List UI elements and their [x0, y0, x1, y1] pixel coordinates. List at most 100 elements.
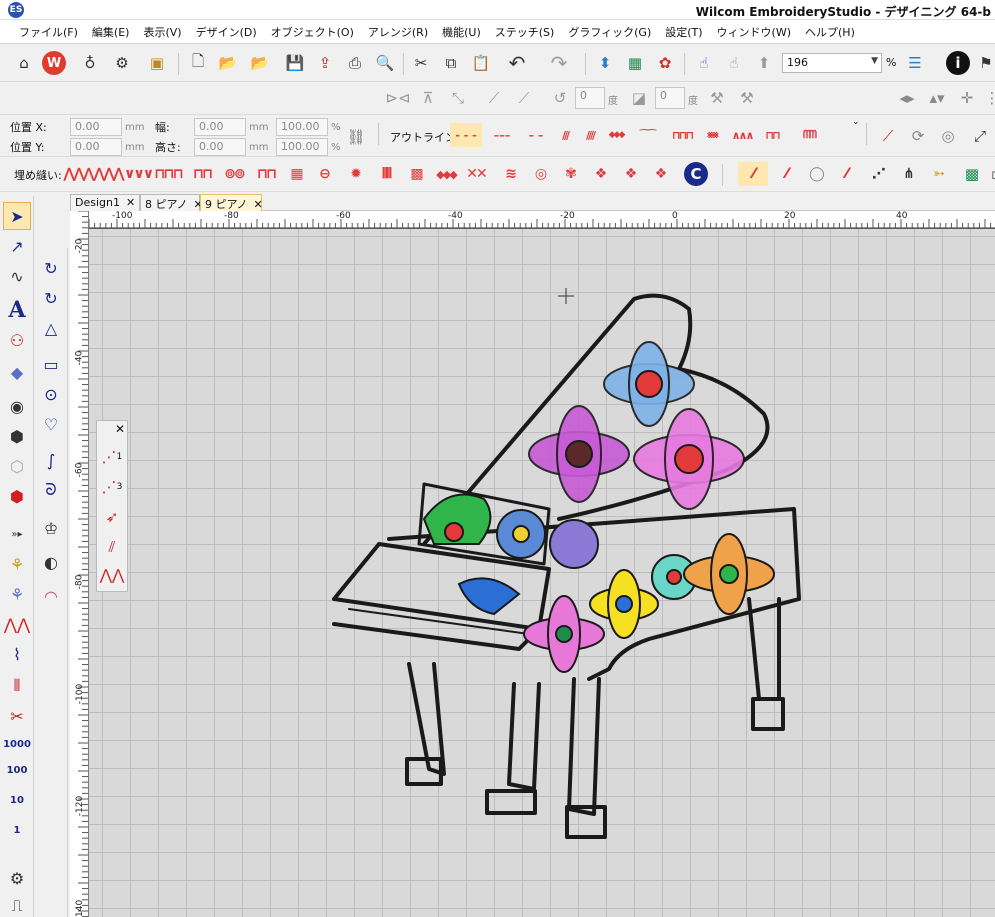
print-preview-icon[interactable]: 🔍	[373, 51, 397, 75]
copy-icon[interactable]: ⧉	[439, 51, 463, 75]
outline-triple-icon[interactable]: –––	[486, 123, 518, 147]
scale-w-field[interactable]: 100.00	[276, 118, 328, 136]
hexagon-red-icon[interactable]: ⬢	[3, 482, 31, 510]
polygon-tool-icon[interactable]: △	[37, 314, 65, 342]
monogram-icon[interactable]: ⚇	[3, 326, 31, 354]
zigzag-tool-icon[interactable]: ⋀⋀	[3, 610, 31, 638]
wilcom-icon[interactable]: W	[42, 51, 66, 75]
outline-run-icon[interactable]: - - -	[450, 123, 482, 147]
stitch-len-10[interactable]: 10	[3, 786, 31, 814]
distribute-icon[interactable]: ⋮	[980, 86, 995, 110]
skew-icon[interactable]: ⟋	[482, 86, 506, 110]
tab-piano-8[interactable]: 8 ピアノ ✕	[140, 194, 203, 211]
pos-y-field[interactable]: 0.00	[70, 138, 122, 156]
open-recent-icon[interactable]: 📂	[248, 51, 272, 75]
home-icon[interactable]: ⌂	[12, 51, 36, 75]
menu-view[interactable]: 表示(V)	[136, 20, 188, 43]
mirror-v-icon[interactable]: ⊼	[416, 86, 440, 110]
arc-tool-2-icon[interactable]: ↻	[37, 284, 65, 312]
lettering-icon[interactable]: A	[3, 296, 31, 324]
fill-spiral-icon[interactable]: ◎	[526, 162, 554, 186]
reshape-tool-icon[interactable]: ↗	[3, 232, 31, 260]
fill-lines-icon[interactable]: ⦀⦀	[372, 162, 400, 186]
close-icon[interactable]: ✕	[115, 422, 125, 436]
stitch-edit-icon[interactable]: ⫴	[3, 672, 31, 700]
freehand-icon[interactable]: ∫	[37, 446, 65, 474]
input-c-icon[interactable]: ➶	[100, 505, 124, 529]
fork-icon[interactable]: ⋔	[894, 162, 922, 186]
scale-h-field[interactable]: 100.00	[276, 138, 328, 156]
fill-motif-3-icon[interactable]: ❖	[646, 162, 674, 186]
height-field[interactable]: 0.00	[194, 138, 246, 156]
fill-leaf-3-icon[interactable]: ⁄⁄⁄	[832, 162, 860, 186]
rectangle-icon[interactable]: ▭	[37, 350, 65, 378]
outline-blanket-icon[interactable]: ◆◆◆	[604, 123, 628, 147]
tools-2-icon[interactable]: ⚒	[735, 86, 759, 110]
align-v-icon[interactable]: ▴▾	[925, 86, 949, 110]
rotate-icon[interactable]: ⤡	[446, 86, 470, 110]
fill-motif-2-icon[interactable]: ❖	[616, 162, 644, 186]
input-a-tool[interactable]: ⋰ 1	[100, 445, 124, 469]
design-canvas[interactable]	[89, 229, 995, 917]
fill-cross-icon[interactable]: ✕✕	[462, 162, 490, 186]
slant-field[interactable]: 0	[655, 87, 685, 109]
select-icon[interactable]: ➤	[3, 202, 31, 230]
bezier-icon[interactable]: ∿	[3, 262, 31, 290]
input-a-icon[interactable]: ⟋	[876, 124, 900, 148]
satin-input-icon[interactable]: ⫽	[100, 535, 124, 559]
color-icon[interactable]: ✿	[653, 51, 677, 75]
open-folder-icon[interactable]: 📂	[216, 51, 240, 75]
menu-edit[interactable]: 編集(E)	[85, 20, 137, 43]
pos-x-field[interactable]: 0.00	[70, 118, 122, 136]
outline-feather-icon[interactable]: ⁀⁀	[633, 123, 661, 147]
tab-piano-9[interactable]: 9 ピアノ ✕	[200, 194, 263, 211]
paste-icon[interactable]: 📋	[469, 51, 493, 75]
fill-motif-1-icon[interactable]: ❖	[586, 162, 614, 186]
fill-leaf-active-icon[interactable]: ⁄⁄⁄	[738, 162, 768, 186]
target-icon[interactable]: ◉	[3, 392, 31, 420]
outline-wave-icon[interactable]: ⨳⨳	[698, 123, 726, 147]
shapes-icon[interactable]: ♡	[37, 410, 65, 438]
piano-embroidery-design[interactable]	[89, 229, 995, 917]
fill-stamp-icon[interactable]: ✾	[556, 162, 584, 186]
help-icon[interactable]: ⚑	[974, 51, 995, 75]
badge-icon[interactable]: ◆	[3, 358, 31, 386]
width-field[interactable]: 0.00	[194, 118, 246, 136]
lock-proportion-icon[interactable]: ⛓	[344, 125, 368, 149]
crown-icon[interactable]: ♔	[37, 514, 65, 542]
close-icon[interactable]: ✕	[126, 196, 135, 209]
multi-hoop-icon[interactable]: ⚙	[110, 51, 134, 75]
zigzag-input-icon[interactable]: ⋀⋀	[100, 563, 125, 587]
new-file-icon[interactable]: 🗋	[186, 51, 210, 75]
fill-pattern-1-icon[interactable]: ⊓⊓	[188, 162, 216, 186]
branch-icon[interactable]: ⤢	[968, 124, 992, 148]
cut-stitch-icon[interactable]: ✂	[3, 702, 31, 730]
fill-satin-icon[interactable]: ⋀⋀⋀	[63, 162, 94, 186]
hexagon-icon[interactable]: ⬢	[3, 422, 31, 450]
offset-icon[interactable]: ⬡	[3, 452, 31, 480]
circle-stitch-icon[interactable]: ◎	[936, 124, 960, 148]
expand-icon[interactable]: »▸	[3, 520, 31, 548]
rotate-left-icon[interactable]: ↺	[548, 86, 572, 110]
tools-icon[interactable]: ⚒	[705, 86, 729, 110]
fill-sun-icon[interactable]: ✹	[341, 162, 369, 186]
stitch-len-100[interactable]: 100	[3, 756, 31, 784]
skew-2-icon[interactable]: ⟋	[512, 86, 536, 110]
arc-tool-icon[interactable]: ↻	[37, 254, 65, 282]
export-icon[interactable]: ⇪	[313, 51, 337, 75]
zoom-combo[interactable]: 196 ▼	[782, 53, 882, 73]
menu-help[interactable]: ヘルプ(H)	[798, 20, 862, 43]
properties-icon[interactable]: ☰	[903, 51, 927, 75]
loop-icon[interactable]: ⟳	[906, 124, 930, 148]
menu-object[interactable]: オブジェクト(O)	[264, 20, 361, 43]
align-center-icon[interactable]: ✛	[955, 86, 979, 110]
spiral-tool-icon[interactable]: ᘐ	[37, 476, 65, 504]
fill-pattern-3-icon[interactable]: ⊓⊓	[252, 162, 280, 186]
fill-wave-icon[interactable]: ≋	[496, 162, 524, 186]
fill-zigzag-icon[interactable]: ∨∨∨	[124, 162, 154, 186]
cut-icon[interactable]: ✂	[409, 51, 433, 75]
undo-icon[interactable]: ↶	[505, 51, 529, 75]
arch-icon[interactable]: ◠	[37, 582, 65, 610]
stitch-player-icon[interactable]: ⬍	[593, 51, 617, 75]
fill-grid-icon[interactable]: ▦	[282, 162, 310, 186]
